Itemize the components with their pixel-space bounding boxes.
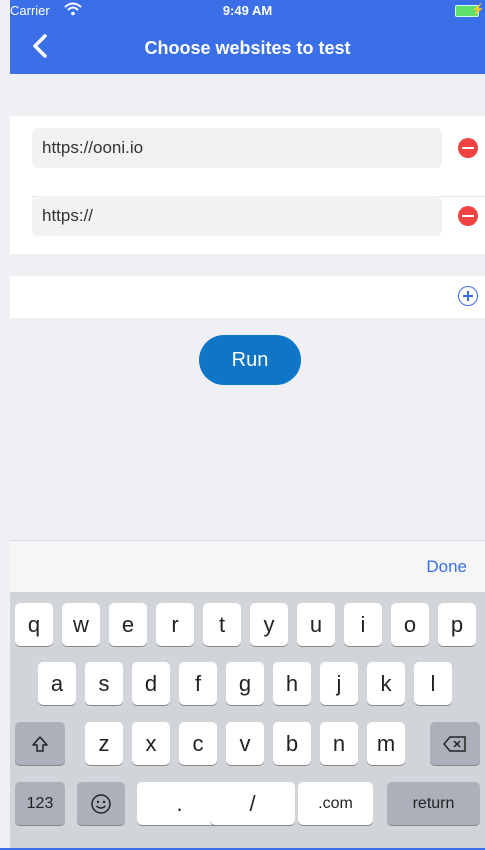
app-screen: Carrier 9:49 AM ⚡ Choose websites to tes… [0, 0, 485, 850]
key-c[interactable]: c [179, 722, 217, 765]
key-w[interactable]: w [62, 603, 100, 646]
url-input-1[interactable] [32, 128, 442, 168]
emoji-key[interactable] [77, 782, 125, 825]
backspace-icon [443, 736, 466, 752]
keyboard: q w e r t y u i o p a s d f g h j k l z … [10, 592, 485, 850]
status-bar: Carrier 9:49 AM ⚡ [10, 0, 485, 22]
key-l[interactable]: l [414, 662, 452, 705]
return-key[interactable]: return [387, 782, 480, 825]
key-q[interactable]: q [15, 603, 53, 646]
shift-key[interactable] [15, 722, 65, 765]
run-button[interactable]: Run [199, 335, 301, 385]
key-a[interactable]: a [38, 662, 76, 705]
key-f[interactable]: f [179, 662, 217, 705]
url-input-2[interactable] [32, 196, 442, 236]
key-k[interactable]: k [367, 662, 405, 705]
page-title: Choose websites to test [144, 38, 351, 58]
key-y[interactable]: y [250, 603, 288, 646]
key-d[interactable]: d [132, 662, 170, 705]
key-t[interactable]: t [203, 603, 241, 646]
key-x[interactable]: x [132, 722, 170, 765]
key-n[interactable]: n [320, 722, 358, 765]
key-s[interactable]: s [85, 662, 123, 705]
key-i[interactable]: i [344, 603, 382, 646]
key-g[interactable]: g [226, 662, 264, 705]
key-v[interactable]: v [226, 722, 264, 765]
remove-url-button[interactable] [458, 138, 478, 158]
key-h[interactable]: h [273, 662, 311, 705]
numbers-key[interactable]: 123 [15, 782, 65, 825]
url-list [10, 116, 485, 254]
key-b[interactable]: b [273, 722, 311, 765]
remove-url-button[interactable] [458, 206, 478, 226]
key-r[interactable]: r [156, 603, 194, 646]
charging-bolt-icon: ⚡ [471, 4, 485, 16]
key-z[interactable]: z [85, 722, 123, 765]
slash-key[interactable]: / [210, 782, 295, 825]
emoji-icon [91, 794, 111, 814]
done-button[interactable]: Done [426, 557, 467, 577]
key-j[interactable]: j [320, 662, 358, 705]
add-url-plus-icon[interactable] [458, 286, 478, 306]
url-row [10, 128, 485, 197]
status-time: 9:49 AM [222, 3, 273, 18]
key-p[interactable]: p [438, 603, 476, 646]
dotcom-key[interactable]: .com [298, 782, 373, 825]
header: Carrier 9:49 AM ⚡ Choose websites to tes… [10, 0, 485, 74]
shift-arrow-icon [32, 736, 48, 752]
keyboard-accessory-bar: Done [10, 540, 485, 593]
key-e[interactable]: e [109, 603, 147, 646]
key-u[interactable]: u [297, 603, 335, 646]
key-o[interactable]: o [391, 603, 429, 646]
key-m[interactable]: m [367, 722, 405, 765]
add-url-row [10, 276, 485, 318]
url-row [10, 196, 485, 256]
backspace-key[interactable] [430, 722, 480, 765]
